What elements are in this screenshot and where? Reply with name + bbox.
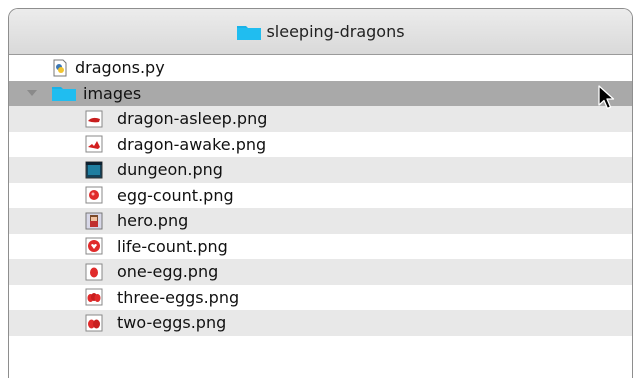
life-count-thumbnail-icon <box>85 237 103 255</box>
finder-window: sleeping-dragons dragons.py images drago… <box>8 8 633 378</box>
list-item-label: three-eggs.png <box>117 287 240 307</box>
two-eggs-thumbnail-icon <box>85 314 103 332</box>
list-item-label: hero.png <box>117 211 189 231</box>
mouse-pointer-icon <box>598 85 615 110</box>
dungeon-thumbnail-icon <box>85 161 103 179</box>
list-item[interactable]: life-count.png <box>9 234 632 260</box>
list-item-label: images <box>83 83 142 103</box>
disclosure-triangle-icon[interactable] <box>27 90 37 97</box>
list-item[interactable]: images <box>9 80 632 106</box>
title-bar[interactable]: sleeping-dragons <box>9 9 632 55</box>
list-item-label: dungeon.png <box>117 160 223 180</box>
file-list[interactable]: dragons.py images dragon-asleep.png drag… <box>9 55 632 361</box>
three-eggs-thumbnail-icon <box>85 288 103 306</box>
folder-icon <box>52 87 76 102</box>
list-item-label: one-egg.png <box>117 262 219 282</box>
folder-icon <box>237 25 262 40</box>
list-item-label: two-eggs.png <box>117 313 227 333</box>
list-item-label: life-count.png <box>117 236 228 256</box>
list-item-label: egg-count.png <box>117 185 234 205</box>
window-title: sleeping-dragons <box>266 22 405 41</box>
list-item-label: dragon-awake.png <box>117 134 267 154</box>
list-item[interactable]: three-eggs.png <box>9 285 632 311</box>
list-item[interactable]: one-egg.png <box>9 259 632 285</box>
empty-row <box>9 336 632 362</box>
list-item[interactable]: egg-count.png <box>9 183 632 209</box>
egg-count-thumbnail-icon <box>85 186 103 204</box>
list-item[interactable]: dungeon.png <box>9 157 632 183</box>
list-item[interactable]: hero.png <box>9 208 632 234</box>
one-egg-thumbnail-icon <box>85 263 103 281</box>
list-item[interactable]: two-eggs.png <box>9 310 632 336</box>
list-item-label: dragons.py <box>75 58 165 78</box>
dragon-asleep-thumbnail-icon <box>85 110 103 128</box>
list-item[interactable]: dragons.py <box>9 55 632 81</box>
list-item-label: dragon-asleep.png <box>117 109 268 129</box>
hero-thumbnail-icon <box>85 212 103 230</box>
list-item[interactable]: dragon-asleep.png <box>9 106 632 132</box>
dragon-awake-thumbnail-icon <box>85 135 103 153</box>
list-item[interactable]: dragon-awake.png <box>9 132 632 158</box>
python-file-icon <box>53 59 67 77</box>
